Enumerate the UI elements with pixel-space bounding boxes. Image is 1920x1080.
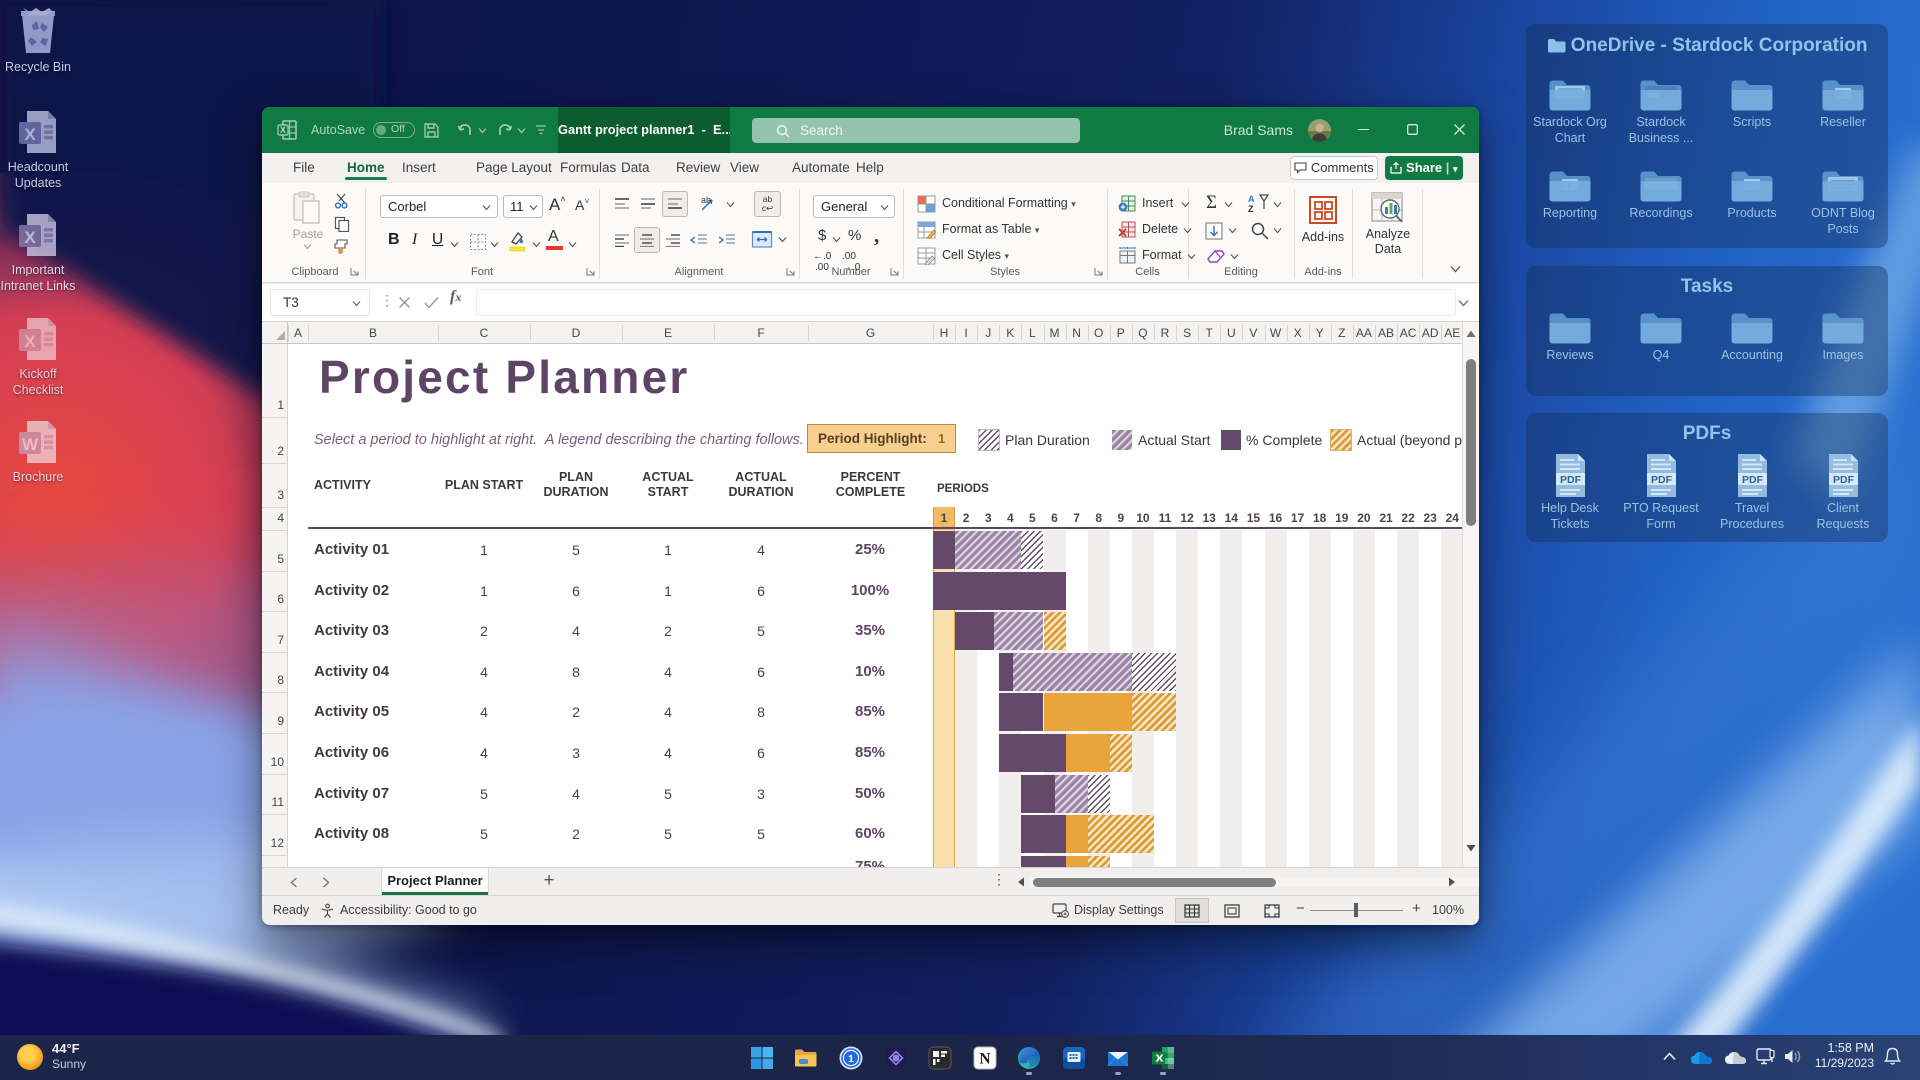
svg-text:A: A bbox=[1248, 194, 1255, 204]
svg-text:1: 1 bbox=[848, 1053, 854, 1065]
svg-text:PDF: PDF bbox=[1742, 474, 1764, 486]
svg-text:X: X bbox=[24, 332, 36, 351]
svg-text:N: N bbox=[979, 1051, 990, 1068]
svg-text:PDF: PDF bbox=[1560, 474, 1582, 486]
svg-text:PDF: PDF bbox=[1651, 474, 1673, 486]
svg-text:Z: Z bbox=[1248, 204, 1254, 213]
svg-text:X: X bbox=[280, 125, 286, 135]
svg-text:PDF: PDF bbox=[1833, 474, 1855, 486]
svg-text:X: X bbox=[24, 125, 36, 144]
svg-text:ab: ab bbox=[701, 195, 711, 205]
svg-text:X: X bbox=[24, 228, 36, 247]
svg-text:W: W bbox=[22, 435, 39, 454]
